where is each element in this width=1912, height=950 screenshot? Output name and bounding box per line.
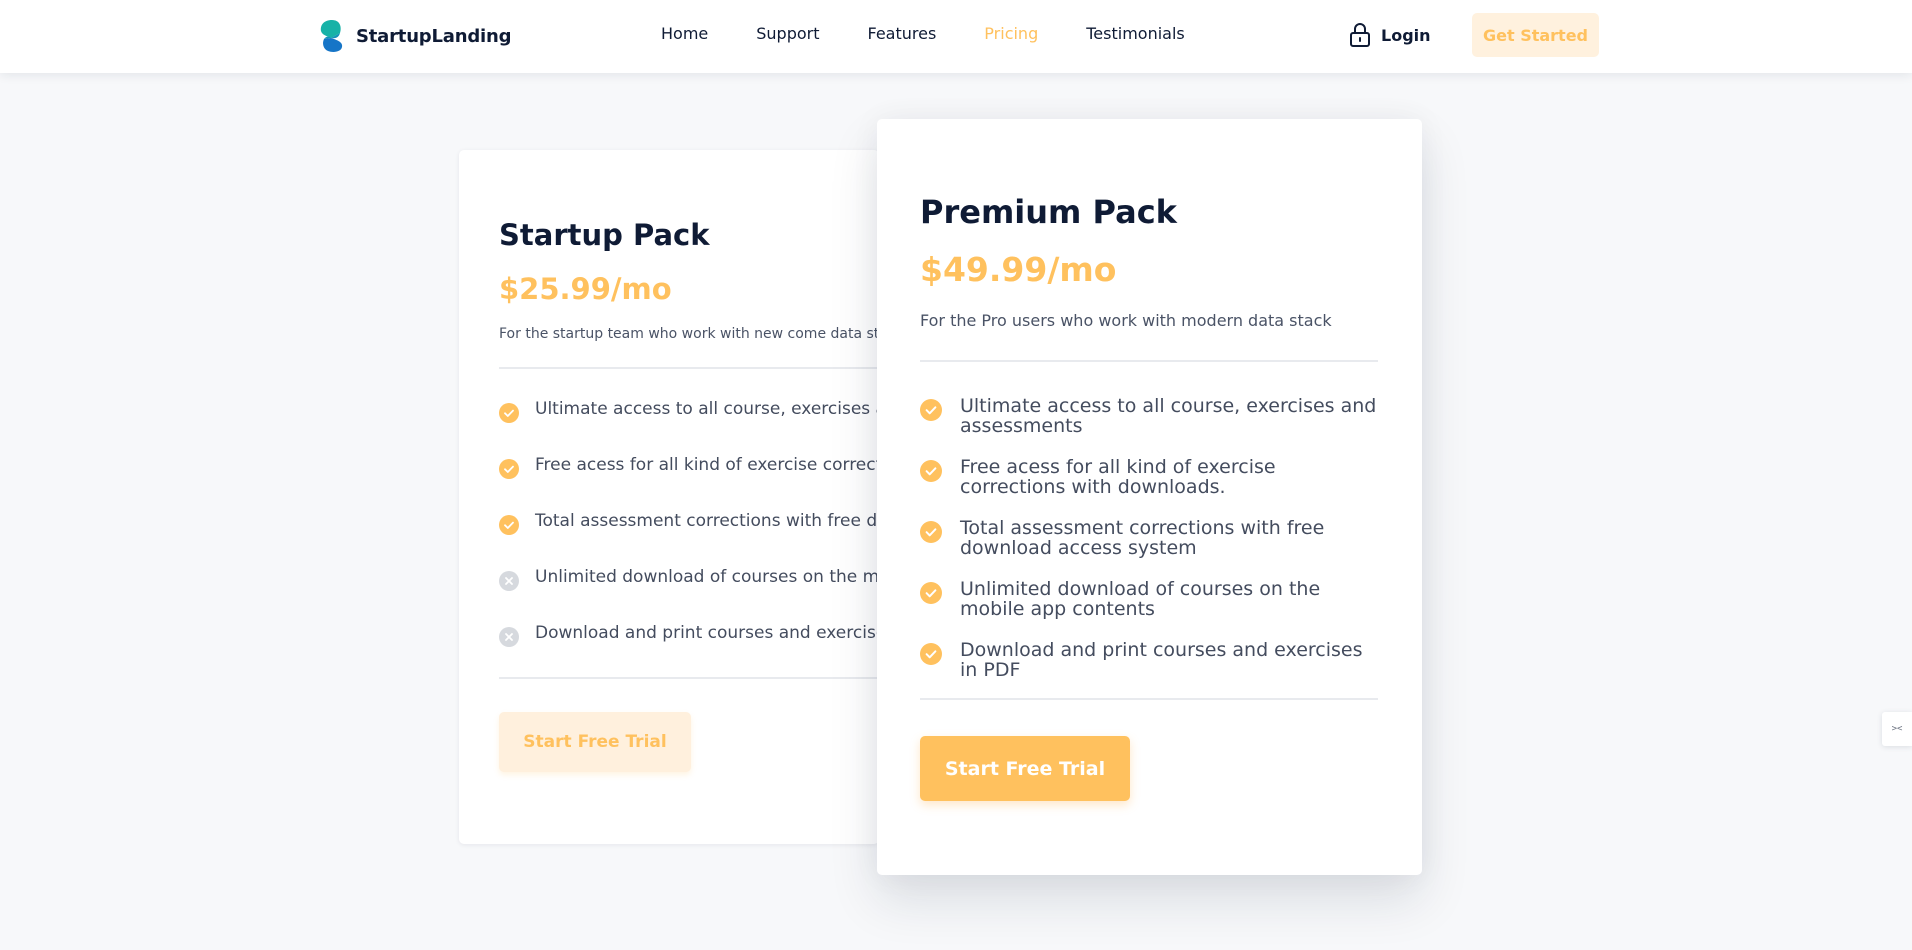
feature-text: Unlimited download of courses on the mob… <box>960 578 1321 620</box>
check-circle-icon <box>499 459 519 479</box>
feature-list: Ultimate access to all course, exercises… <box>499 399 879 681</box>
feature-text: Unlimited download of courses on the mob… <box>535 567 879 587</box>
plan-title: Premium Pack <box>920 193 1177 231</box>
nav-link-home[interactable]: Home <box>661 24 708 43</box>
side-widget-tab[interactable]: >< <box>1882 712 1912 746</box>
plan-description: For the Pro users who work with modern d… <box>920 311 1332 330</box>
feature-text: Download and print courses and exercises… <box>535 623 879 643</box>
feature-item: Free acess for all kind of exercise corr… <box>920 456 1378 519</box>
plan-price: $49.99/mo <box>920 250 1117 289</box>
check-circle-icon <box>499 515 519 535</box>
get-started-button[interactable]: Get Started <box>1472 13 1599 57</box>
feature-text: Total assessment corrections with free d… <box>535 511 879 531</box>
main-nav: Home Support Features Pricing Testimonia… <box>661 24 1185 43</box>
lock-icon <box>1350 23 1370 47</box>
plan-description: For the startup team who work with new c… <box>499 326 879 342</box>
pricing-card-startup: Startup Pack $25.99/mo For the startup t… <box>459 150 879 844</box>
navbar: StartupLanding Home Support Features Pri… <box>0 0 1912 73</box>
feature-text: Free acess for all kind of exercise corr… <box>535 455 879 475</box>
plan-price: $25.99/mo <box>499 272 672 306</box>
check-circle-icon <box>920 399 942 421</box>
brand-name: StartupLanding <box>356 25 512 47</box>
check-circle-icon <box>920 460 942 482</box>
feature-item: Free acess for all kind of exercise corr… <box>499 455 879 513</box>
start-free-trial-button[interactable]: Start Free Trial <box>499 712 691 772</box>
feature-text: Total assessment corrections with free d… <box>960 517 1325 559</box>
card-content: Premium Pack $49.99/mo For the Pro users… <box>920 193 1378 801</box>
feature-list: Ultimate access to all course, exercises… <box>920 395 1378 702</box>
feature-item: Unlimited download of courses on the mob… <box>499 567 879 625</box>
feature-text: Download and print courses and exercises… <box>960 639 1363 681</box>
divider <box>499 367 879 369</box>
brand-logo[interactable]: StartupLanding <box>318 19 511 53</box>
feature-item: Download and print courses and exercises… <box>499 623 879 681</box>
check-circle-icon <box>920 643 942 665</box>
feature-item: Ultimate access to all course, exercises… <box>920 395 1378 458</box>
check-circle-icon <box>499 403 519 423</box>
feature-text: Ultimate access to all course, exercises… <box>535 399 879 419</box>
nav-link-features[interactable]: Features <box>868 24 937 43</box>
feature-item: Total assessment corrections with free d… <box>920 517 1378 580</box>
pricing-card-premium: Premium Pack $49.99/mo For the Pro users… <box>877 119 1422 875</box>
start-free-trial-button[interactable]: Start Free Trial <box>920 736 1130 801</box>
login-link[interactable]: Login <box>1349 22 1431 48</box>
nav-link-support[interactable]: Support <box>756 24 819 43</box>
feature-item: Download and print courses and exercises… <box>920 639 1378 702</box>
divider <box>920 360 1378 362</box>
nav-link-testimonials[interactable]: Testimonials <box>1086 24 1185 43</box>
feature-item: Total assessment corrections with free d… <box>499 511 879 569</box>
feature-item: Unlimited download of courses on the mob… <box>920 578 1378 641</box>
devtools-icon: >< <box>1891 724 1903 734</box>
feature-text: Ultimate access to all course, exercises… <box>960 395 1377 437</box>
card-content: Startup Pack $25.99/mo For the startup t… <box>499 218 879 772</box>
x-circle-icon <box>499 627 519 647</box>
feature-text: Free acess for all kind of exercise corr… <box>960 456 1276 498</box>
plan-title: Startup Pack <box>499 218 710 252</box>
nav-link-pricing[interactable]: Pricing <box>984 24 1038 43</box>
divider <box>499 677 879 679</box>
divider <box>920 698 1378 700</box>
logo-mark-icon <box>320 20 343 52</box>
feature-item: Ultimate access to all course, exercises… <box>499 399 879 457</box>
x-circle-icon <box>499 571 519 591</box>
check-circle-icon <box>920 521 942 543</box>
login-label: Login <box>1381 25 1431 45</box>
check-circle-icon <box>920 582 942 604</box>
